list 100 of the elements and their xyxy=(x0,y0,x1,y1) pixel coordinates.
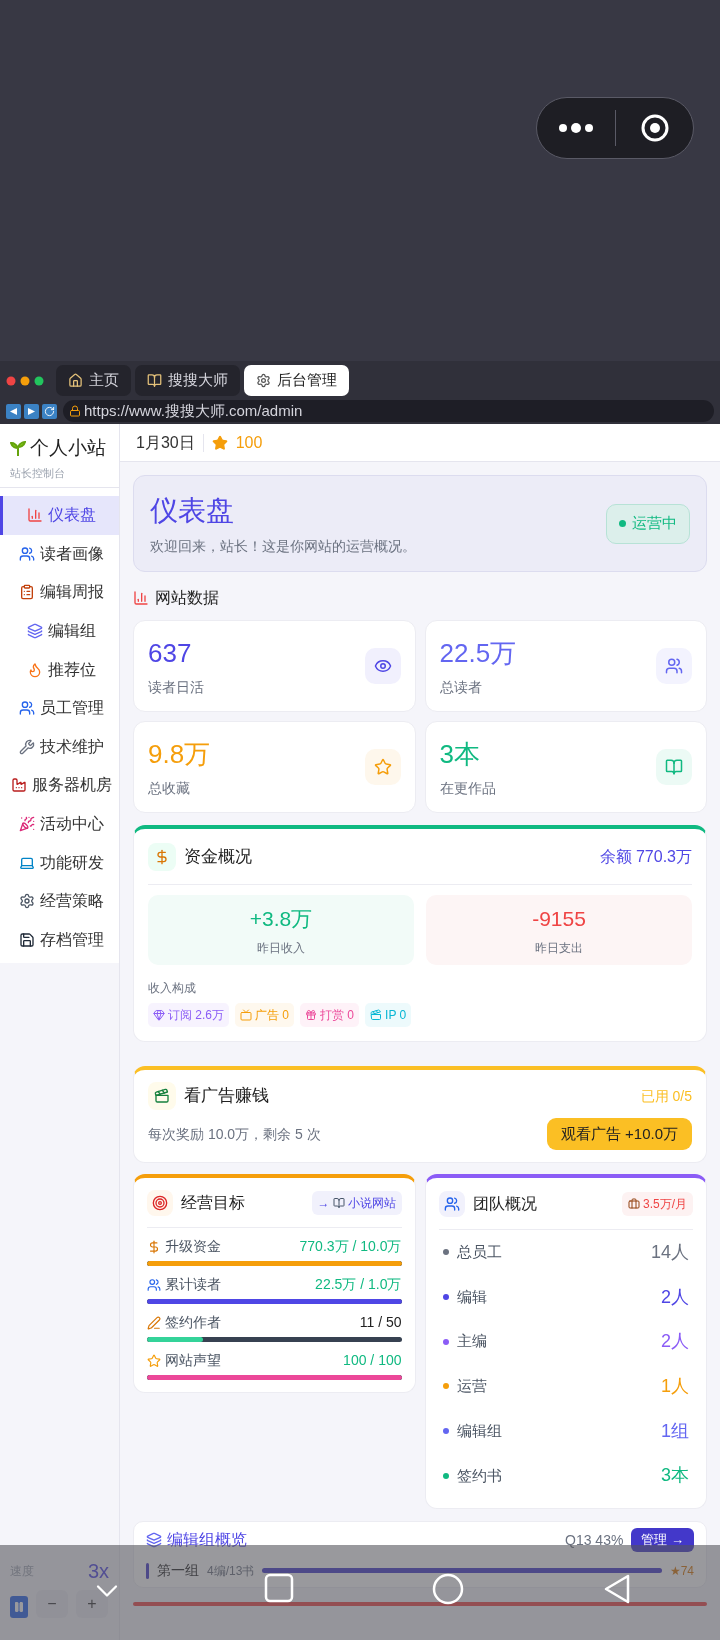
cost-badge: 3.5万/月 xyxy=(622,1191,693,1216)
watch-ad-button[interactable]: 观看广告 +10.0万 xyxy=(546,1118,692,1150)
card-title: 编辑组概览 xyxy=(167,1530,247,1551)
pause-icon xyxy=(13,1601,25,1613)
more-icon[interactable] xyxy=(558,123,594,133)
sidebar-item[interactable]: 经营策略 xyxy=(0,881,119,921)
lock-icon xyxy=(69,405,81,417)
browser-tab[interactable]: 主页 xyxy=(56,365,131,396)
reload-button[interactable] xyxy=(42,403,57,419)
target-icon xyxy=(152,1194,168,1211)
status-badge: 运营中 xyxy=(606,503,690,544)
record-icon[interactable] xyxy=(639,113,670,143)
income-tag: 打赏 0 xyxy=(300,1003,360,1027)
sprout-icon xyxy=(10,439,26,458)
page-title: 仪表盘 xyxy=(150,494,235,528)
layers-icon xyxy=(26,623,43,640)
sidebar-item[interactable]: 推荐位 xyxy=(0,650,119,689)
url-text: https://www.搜搜大师.com/admin xyxy=(84,400,303,421)
users-icon xyxy=(18,545,35,562)
eye-icon xyxy=(373,657,392,675)
window-buttons-icon xyxy=(6,376,46,386)
team-count: 2人 xyxy=(661,1285,689,1309)
wrench-icon xyxy=(18,738,35,755)
stat-label: 在更作品 xyxy=(439,779,496,798)
goal-reading: 100 / 100 xyxy=(343,1351,402,1370)
stat-label: 读者日活 xyxy=(148,678,204,697)
manage-button[interactable]: 管理 → xyxy=(631,1528,694,1553)
quarter-stat: Q13 43% xyxy=(565,1530,624,1550)
back-button[interactable] xyxy=(6,403,21,419)
sidebar-item[interactable]: 活动中心 xyxy=(0,804,119,844)
home-circle-icon[interactable] xyxy=(432,1573,465,1605)
star-icon xyxy=(373,758,392,776)
triangle-left-icon xyxy=(9,406,18,416)
group-score: ★74 xyxy=(669,1562,694,1580)
back-triangle-icon[interactable] xyxy=(602,1573,631,1605)
sidebar-item[interactable]: 存档管理 xyxy=(0,920,119,960)
sidebar-item[interactable]: 编辑组 xyxy=(0,611,119,651)
stat-value: 3本 xyxy=(439,738,481,771)
income-tag: 广告 0 xyxy=(235,1003,295,1027)
card-title: 经营目标 xyxy=(181,1192,245,1213)
sidebar-item[interactable]: 技术维护 xyxy=(0,727,119,767)
usage-text: 已用 0/5 xyxy=(640,1086,692,1106)
section-title: 网站数据 xyxy=(155,588,219,608)
team-label: 运营 xyxy=(456,1376,487,1397)
group-name: 第一组 xyxy=(157,1561,199,1581)
house-icon xyxy=(68,373,83,388)
stat-value: 9.8万 xyxy=(148,738,211,771)
users-icon xyxy=(18,700,35,717)
breakdown-title: 收入构成 xyxy=(148,980,197,997)
expense-label: 昨日支出 xyxy=(535,939,583,957)
income-value: +3.8万 xyxy=(249,906,313,933)
date-text: 1月30日 xyxy=(136,432,195,453)
stat-value: 637 xyxy=(148,637,193,670)
card-title: 资金概况 xyxy=(184,845,252,868)
layers-icon xyxy=(146,1532,162,1549)
forward-button[interactable] xyxy=(24,403,39,419)
money-icon xyxy=(147,1239,161,1254)
party-popper-icon xyxy=(18,816,35,833)
sidebar-item[interactable]: 编辑周报 xyxy=(0,573,119,612)
gem-icon xyxy=(153,1009,165,1021)
browser-tab[interactable]: 后台管理 xyxy=(244,365,349,396)
card-title: 看广告赚钱 xyxy=(184,1085,269,1108)
team-label: 总员工 xyxy=(456,1242,502,1263)
money-icon xyxy=(154,848,170,865)
team-count: 14人 xyxy=(650,1240,689,1264)
save-icon xyxy=(18,931,35,948)
star-icon xyxy=(147,1353,161,1368)
team-count: 1人 xyxy=(661,1374,689,1398)
browser-tab[interactable]: 搜搜大师 xyxy=(135,365,240,396)
users-icon xyxy=(147,1277,161,1292)
points-text: 100 xyxy=(235,432,263,453)
team-label: 编辑组 xyxy=(456,1420,502,1441)
stat-label: 总读者 xyxy=(439,678,483,697)
url-field[interactable]: https://www.搜搜大师.com/admin xyxy=(63,400,714,422)
sidebar-item[interactable]: 读者画像 xyxy=(0,534,119,574)
tv-icon xyxy=(240,1009,252,1021)
income-label: 昨日收入 xyxy=(257,939,305,957)
triangle-right-icon xyxy=(27,406,36,416)
site-link[interactable]: → 小说网站 xyxy=(311,1190,402,1215)
team-count: 3本 xyxy=(661,1464,689,1488)
square-icon[interactable] xyxy=(263,1573,294,1603)
goal-reading: 770.3万 / 10.0万 xyxy=(299,1237,402,1256)
bar-chart-icon xyxy=(133,590,149,606)
sidebar-item[interactable]: 功能研发 xyxy=(0,843,119,882)
clapperboard-icon xyxy=(370,1009,383,1021)
stat-label: 总收藏 xyxy=(148,779,191,798)
settings-icon xyxy=(18,893,35,910)
sidebar-item[interactable]: 员工管理 xyxy=(0,688,119,728)
sidebar-item[interactable]: 仪表盘 xyxy=(0,496,119,535)
factory-icon xyxy=(10,777,27,794)
sidebar-item[interactable]: 服务器机房 xyxy=(0,766,119,805)
reload-icon xyxy=(44,405,55,417)
goal-reading: 22.5万 / 1.0万 xyxy=(315,1275,402,1294)
balance-text: 余额 770.3万 xyxy=(599,846,692,867)
goal-label: 签约作者 xyxy=(165,1313,221,1332)
income-tag: IP 0 xyxy=(365,1003,412,1027)
goal-reading: 11 / 50 xyxy=(359,1313,402,1332)
site-subtitle: 站长控制台 xyxy=(10,465,66,481)
pen-icon xyxy=(147,1315,161,1330)
income-tag: 订阅 2.6万 xyxy=(148,1003,229,1027)
